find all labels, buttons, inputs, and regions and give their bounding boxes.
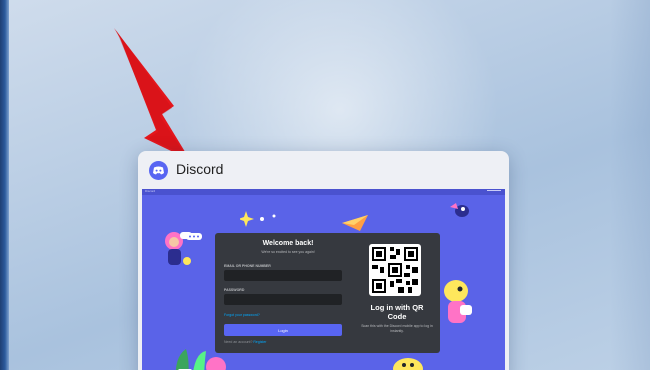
window-preview[interactable]: Discord Welcome back! We're so excited t… — [142, 189, 505, 370]
preview-titlebar: Discord — [142, 189, 505, 195]
email-label: EMAIL OR PHONE NUMBER — [224, 264, 271, 268]
forgot-password-link[interactable]: Forgot your password? — [224, 313, 260, 317]
wallpaper-left-edge — [0, 0, 9, 370]
preview-window-controls — [487, 190, 501, 193]
bird-icon — [450, 203, 469, 217]
speech-bubble-icon — [186, 233, 202, 240]
discord-icon — [149, 161, 168, 180]
window-title: Discord — [176, 161, 224, 177]
preview-titlebar-label: Discord — [145, 189, 156, 193]
welcome-subheading: We're so excited to see you again! — [261, 250, 315, 254]
qr-code — [369, 244, 421, 296]
cartoon-character-right-icon — [444, 280, 472, 323]
qr-login-subheading: Scan this with the Discord mobile app to… — [361, 324, 433, 333]
login-card: Welcome back! We're so excited to see yo… — [215, 233, 440, 353]
wallpaper-right-shade — [610, 0, 650, 370]
paper-plane-icon — [342, 215, 368, 231]
welcome-heading: Welcome back! — [262, 240, 314, 247]
register-prompt-text: Need an account? — [224, 340, 253, 344]
login-button[interactable]: Login — [224, 324, 342, 336]
annotation-arrow-icon — [114, 28, 190, 160]
qr-code-icon — [372, 247, 418, 293]
register-link[interactable]: Register — [253, 340, 266, 344]
stars-sparkle-icon — [240, 211, 276, 227]
email-field[interactable] — [224, 270, 342, 281]
qr-login-heading: Log in with QR Code — [370, 303, 424, 321]
window-titlebar[interactable]: Discord — [138, 151, 509, 189]
register-prompt: Need an account? Register — [224, 340, 266, 344]
password-label: PASSWORD — [224, 288, 245, 292]
password-field[interactable] — [224, 294, 342, 305]
discord-window-thumbnail[interactable]: Discord Discord Welcome back! We're so e… — [138, 151, 509, 370]
